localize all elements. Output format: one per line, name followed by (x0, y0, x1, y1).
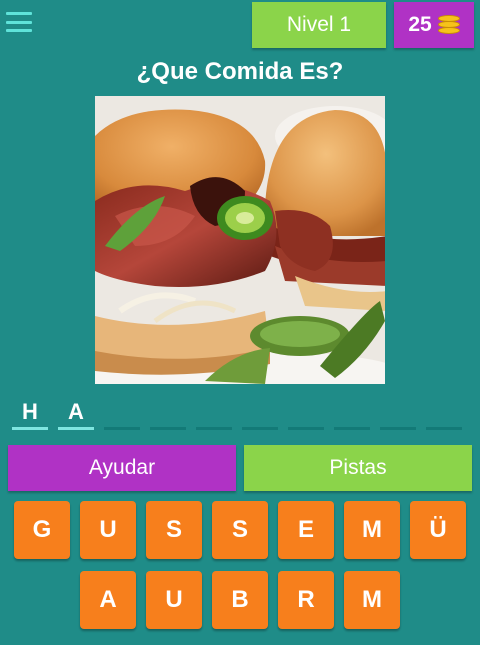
help-button[interactable]: Ayudar (8, 445, 236, 491)
letter-key[interactable]: Ü (410, 501, 466, 559)
answer-slot[interactable] (196, 398, 232, 430)
letter-key[interactable]: E (278, 501, 334, 559)
answer-slot[interactable]: A (58, 398, 94, 430)
letter-key[interactable]: G (14, 501, 70, 559)
letter-key[interactable]: A (80, 571, 136, 629)
letter-key[interactable]: B (212, 571, 268, 629)
keyboard-row-1: G U S S E M Ü (0, 501, 480, 559)
menu-icon[interactable] (6, 10, 32, 34)
coins-icon (437, 15, 460, 35)
answer-slot[interactable]: H (12, 398, 48, 430)
answer-slot[interactable] (426, 398, 462, 430)
answer-slot[interactable] (288, 398, 324, 430)
letter-key[interactable]: S (212, 501, 268, 559)
coins-count: 25 (408, 13, 432, 36)
question-title: ¿Que Comida Es? (136, 58, 344, 85)
answer-slot[interactable] (380, 398, 416, 430)
hints-button[interactable]: Pistas (244, 445, 472, 491)
letter-key[interactable]: S (146, 501, 202, 559)
letter-key[interactable]: M (344, 501, 400, 559)
answer-slot[interactable] (150, 398, 186, 430)
answer-slot[interactable] (104, 398, 140, 430)
answer-slot[interactable] (242, 398, 278, 430)
answer-slots: H A (12, 398, 468, 432)
keyboard-row-2: A U B R M (0, 571, 480, 629)
letter-key[interactable]: R (278, 571, 334, 629)
coins-badge[interactable]: 25 (394, 2, 474, 48)
level-badge: Nivel 1 (252, 2, 386, 48)
answer-slot[interactable] (334, 398, 370, 430)
letter-key[interactable]: U (80, 501, 136, 559)
food-photo (95, 96, 385, 384)
letter-key[interactable]: U (146, 571, 202, 629)
letter-key[interactable]: M (344, 571, 400, 629)
level-label: Nivel 1 (286, 13, 352, 36)
